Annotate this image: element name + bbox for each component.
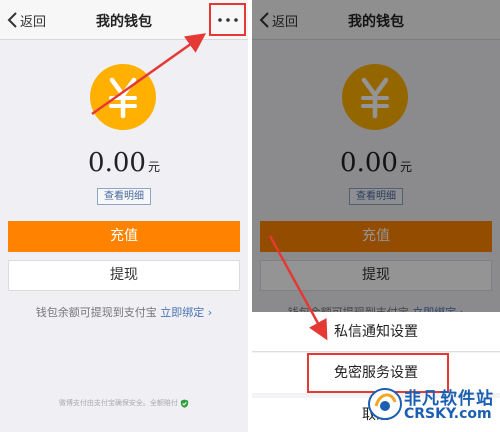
- view-details-button[interactable]: 查看明细: [97, 188, 151, 205]
- private-message-settings-item[interactable]: 私信通知设置: [252, 312, 500, 352]
- more-button-highlight: [209, 3, 246, 36]
- shield-check-icon: [181, 398, 189, 408]
- yuan-coin-icon: [90, 64, 156, 130]
- recharge-button[interactable]: 充值: [8, 221, 240, 252]
- balance-unit: 元: [147, 160, 160, 174]
- security-note-text: 微博支付由支付宝确保安全。全额赔付: [58, 399, 178, 407]
- site-watermark: 非凡软件站 CRSKY.com: [366, 372, 500, 432]
- withdraw-button[interactable]: 提现: [8, 260, 240, 291]
- withdraw-hint: 钱包余额可提现到支付宝 立即绑定 ›: [0, 304, 248, 320]
- crsky-logo-icon: [368, 388, 402, 420]
- balance-display: 0.00 元: [0, 148, 248, 178]
- wallet-screen-left: 返回 我的钱包 0.00 元 查看明细 充值 提现 钱包余额可提现到支付宝 立即绑…: [0, 0, 248, 432]
- watermark-sub: CRSKY.com: [404, 406, 492, 422]
- hint-text: 钱包余额可提现到支付宝: [35, 306, 157, 319]
- bind-now-link[interactable]: 立即绑定 ›: [160, 306, 212, 319]
- balance-amount: 0.00: [88, 148, 146, 178]
- security-note: 微博支付由支付宝确保安全。全额赔付: [0, 398, 248, 408]
